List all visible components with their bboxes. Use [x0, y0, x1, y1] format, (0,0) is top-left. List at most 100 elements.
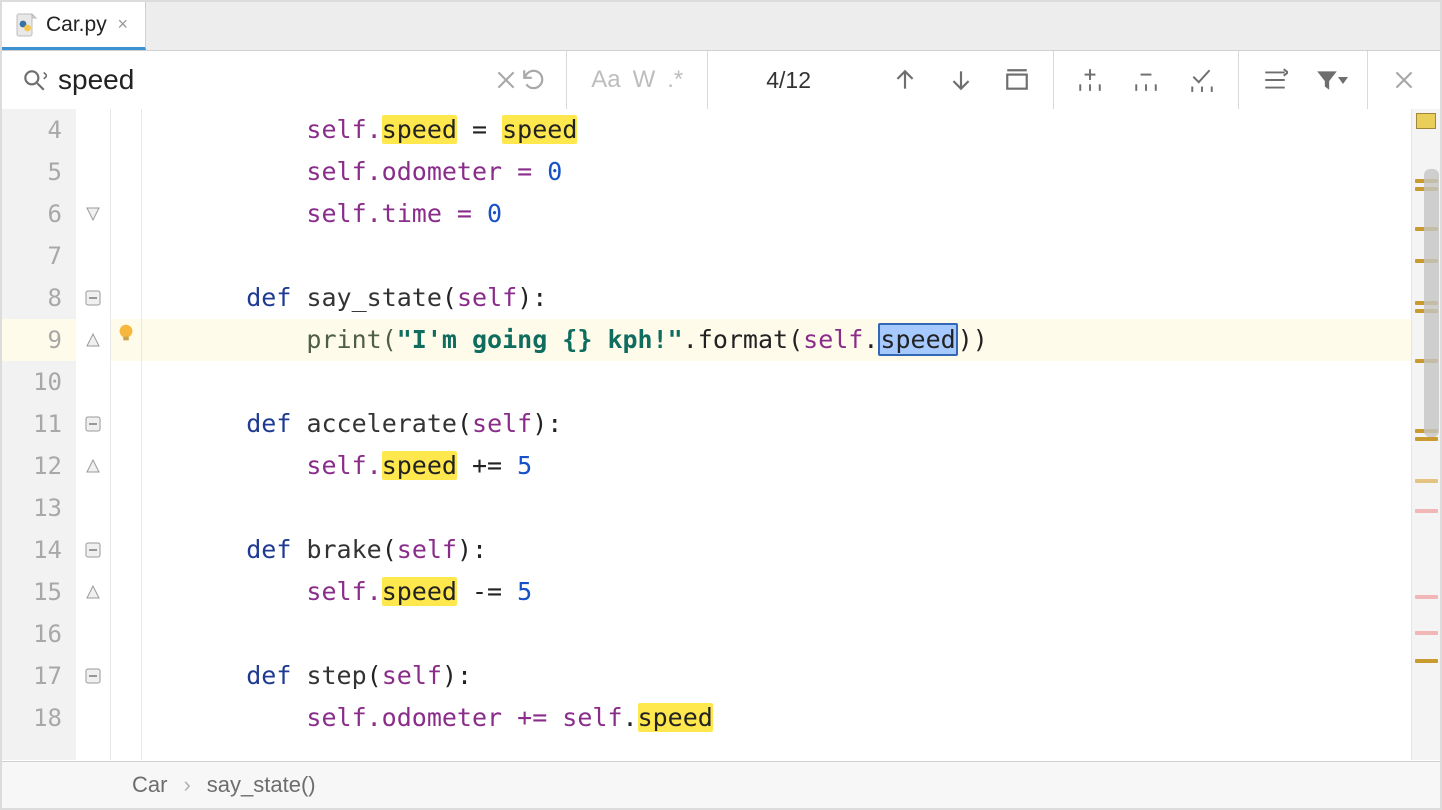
- search-history-icon[interactable]: [520, 66, 548, 94]
- token: +=: [457, 451, 517, 480]
- fold-handle-icon[interactable]: [85, 332, 101, 348]
- token-number: 0: [547, 157, 562, 186]
- close-findbar-icon[interactable]: [1390, 66, 1418, 94]
- code-line-current[interactable]: print("I'm going {} kph!".format(self.sp…: [142, 319, 1411, 361]
- code-line[interactable]: [142, 613, 1411, 655]
- token: self.: [306, 577, 381, 606]
- token-string: "I'm going {} kph!": [397, 325, 683, 354]
- match-case-toggle[interactable]: Aa: [585, 66, 626, 94]
- code-line[interactable]: self.speed += 5: [142, 445, 1411, 487]
- token-fn: say_state: [306, 283, 441, 312]
- token: self.: [306, 115, 381, 144]
- search-input[interactable]: [48, 64, 492, 96]
- token-keyword: def: [246, 283, 306, 312]
- code-line[interactable]: self.speed = speed: [142, 109, 1411, 151]
- fold-handle-icon[interactable]: [85, 458, 101, 474]
- token-self: self: [382, 661, 442, 690]
- token-self: self: [457, 283, 517, 312]
- marker-error[interactable]: [1415, 631, 1438, 635]
- marker-match[interactable]: [1415, 437, 1438, 441]
- code-line[interactable]: def brake(self):: [142, 529, 1411, 571]
- breadcrumb-function[interactable]: say_state(): [207, 772, 316, 798]
- token: self.odometer =: [306, 157, 547, 186]
- token-keyword: def: [246, 661, 306, 690]
- code-line[interactable]: [142, 361, 1411, 403]
- regex-toggle[interactable]: .*: [661, 66, 689, 94]
- next-match-icon[interactable]: [943, 62, 979, 98]
- marker-match[interactable]: [1415, 659, 1438, 663]
- token: .: [863, 325, 878, 354]
- close-tab-icon[interactable]: ×: [115, 14, 131, 35]
- line-number: 15: [2, 571, 76, 613]
- code-editor[interactable]: 4 5 6 7 8 9 10 11 12 13 14 15 16 17 18: [2, 109, 1440, 760]
- line-number: 4: [2, 109, 76, 151]
- fold-handle-icon[interactable]: [85, 206, 101, 222]
- file-tab-car-py[interactable]: Car.py ×: [2, 2, 146, 50]
- code-line[interactable]: [142, 235, 1411, 277]
- line-number: 18: [2, 697, 76, 739]
- code-line[interactable]: def step(self):: [142, 655, 1411, 697]
- token: self.odometer +=: [306, 703, 562, 732]
- code-line[interactable]: [142, 487, 1411, 529]
- fold-toggle-icon[interactable]: [85, 668, 101, 684]
- line-number: 12: [2, 445, 76, 487]
- intention-bulb-icon[interactable]: [115, 319, 137, 341]
- python-file-icon: [14, 13, 38, 37]
- clear-search-icon[interactable]: [492, 66, 520, 94]
- search-match: speed: [638, 703, 713, 732]
- editor-icon-column: [111, 109, 141, 760]
- token: (: [457, 409, 472, 438]
- marker-weak[interactable]: [1415, 479, 1438, 483]
- previous-match-icon[interactable]: [887, 62, 923, 98]
- search-match: speed: [382, 577, 457, 606]
- fold-toggle-icon[interactable]: [85, 290, 101, 306]
- line-number: 13: [2, 487, 76, 529]
- marker-error[interactable]: [1415, 509, 1438, 513]
- chevron-right-icon: ›: [183, 772, 190, 798]
- token-keyword: def: [246, 409, 306, 438]
- token: (: [442, 283, 457, 312]
- fold-handle-icon[interactable]: [85, 584, 101, 600]
- breadcrumb-class[interactable]: Car: [132, 772, 167, 798]
- search-icon[interactable]: [20, 66, 48, 94]
- line-number: 7: [2, 235, 76, 277]
- marker-strip[interactable]: [1411, 109, 1440, 760]
- fold-toggle-icon[interactable]: [85, 416, 101, 432]
- code-line[interactable]: self.odometer = 0: [142, 151, 1411, 193]
- line-number-gutter: 4 5 6 7 8 9 10 11 12 13 14 15 16 17 18: [2, 109, 76, 760]
- marker-error[interactable]: [1415, 595, 1438, 599]
- token: (: [382, 535, 397, 564]
- fold-toggle-icon[interactable]: [85, 542, 101, 558]
- remove-selection-icon[interactable]: [1128, 62, 1164, 98]
- inspection-indicator-icon[interactable]: [1416, 113, 1436, 129]
- line-number: 14: [2, 529, 76, 571]
- token-self: self: [562, 703, 622, 732]
- code-line[interactable]: self.odometer += self.speed: [142, 697, 1411, 739]
- line-number: 17: [2, 655, 76, 697]
- line-number: 10: [2, 361, 76, 403]
- code-line[interactable]: self.time = 0: [142, 193, 1411, 235]
- token: self.: [306, 451, 381, 480]
- token-self: self: [472, 409, 532, 438]
- token-self: self: [803, 325, 863, 354]
- token-fn: brake: [306, 535, 381, 564]
- code-line[interactable]: def say_state(self):: [142, 277, 1411, 319]
- scrollbar-thumb[interactable]: [1424, 169, 1439, 437]
- token: =: [457, 115, 502, 144]
- token: (: [367, 661, 382, 690]
- code-line[interactable]: self.speed -= 5: [142, 571, 1411, 613]
- filter-icon[interactable]: [1313, 62, 1349, 98]
- select-all-icon[interactable]: [1184, 62, 1220, 98]
- line-number: 16: [2, 613, 76, 655]
- add-selection-icon[interactable]: [1072, 62, 1108, 98]
- token: .format(: [683, 325, 803, 354]
- code-area[interactable]: self.speed = speed self.odometer = 0 sel…: [142, 109, 1411, 760]
- token-number: 5: [517, 451, 532, 480]
- token-number: 5: [517, 577, 532, 606]
- select-all-occurrences-icon[interactable]: [999, 62, 1035, 98]
- token: .: [623, 703, 638, 732]
- token: ):: [517, 283, 547, 312]
- open-in-find-window-icon[interactable]: [1257, 62, 1293, 98]
- code-line[interactable]: def accelerate(self):: [142, 403, 1411, 445]
- match-word-toggle[interactable]: W: [627, 66, 662, 94]
